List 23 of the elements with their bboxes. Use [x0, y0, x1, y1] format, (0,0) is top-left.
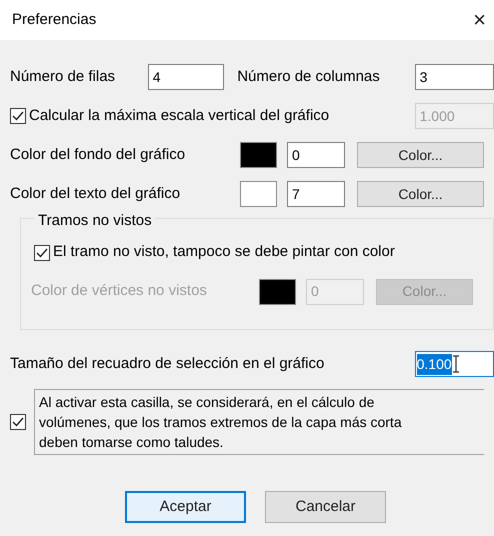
input-field[interactable]: 0.100 [414, 351, 494, 377]
checkbox[interactable] [34, 244, 50, 260]
field-label: Número de columnas [237, 66, 381, 87]
close-button[interactable]: × [473, 9, 486, 31]
field-label: Color del texto del gráfico [10, 184, 182, 204]
dialog-button[interactable]: Cancelar [265, 491, 386, 523]
checkbox-label: El tramo no visto, tampoco se debe pintar con color [53, 242, 395, 262]
window-title: Preferencias [12, 10, 96, 30]
checkbox[interactable] [10, 414, 26, 430]
input-field[interactable]: 7 [287, 181, 345, 207]
text-cursor-icon [452, 355, 460, 373]
description-text: Al activar esta casilla, se considerará, en el cálculo de volúmenes, que los tramos extremos de la capa más corta deben tomarse como taludes. [34, 389, 484, 455]
field-label: Número de filas [10, 66, 116, 87]
color-button[interactable]: Color... [357, 181, 484, 207]
input-field[interactable]: 0 [287, 142, 345, 168]
input-field[interactable]: 3 [414, 64, 494, 90]
checkbox-label: Calcular la máxima escala vertical del gráfico [29, 106, 330, 126]
field-label: Color de vértices no vistos [31, 281, 208, 302]
input-field[interactable]: 4 [148, 64, 224, 90]
dialog-button[interactable]: Aceptar [125, 491, 246, 523]
color-button[interactable]: Color... [357, 142, 484, 168]
field-label: Tamaño del recuadro de selección en el gráfico [10, 354, 326, 374]
field-label: Color del fondo del gráfico [10, 144, 186, 165]
